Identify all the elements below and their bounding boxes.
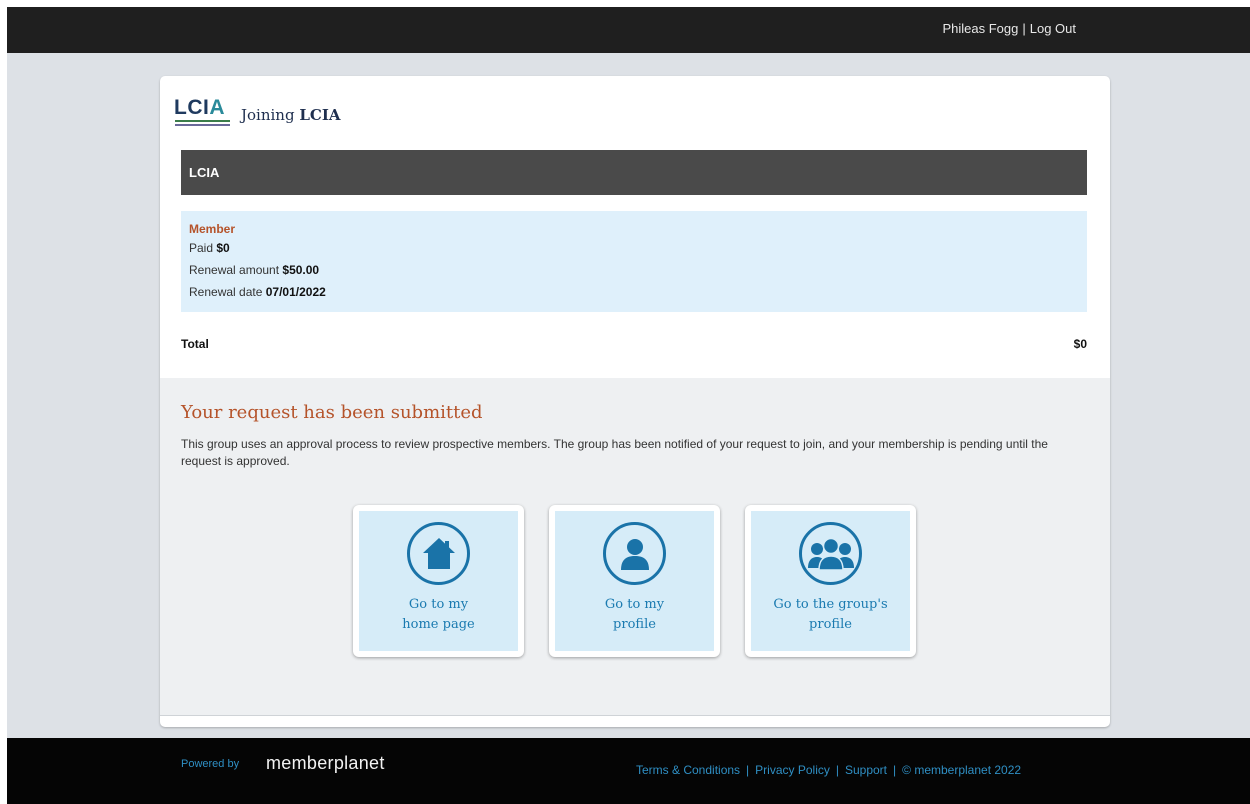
- membership-type: Member: [189, 222, 236, 236]
- memberplanet-logo[interactable]: memberplanet: [266, 753, 385, 774]
- confirmation-section: Your request has been submitted This gro…: [160, 378, 1110, 715]
- go-home-page-tile[interactable]: Go to my home page: [353, 505, 524, 657]
- join-card: LCIA Joining LCIA LCIA Member Paid $0 Re…: [160, 76, 1110, 727]
- user-name-link[interactable]: Phileas Fogg: [942, 21, 1018, 36]
- renewal-amount-row: Renewal amount $50.00: [189, 263, 320, 277]
- paid-row: Paid $0: [189, 241, 230, 255]
- confirmation-message: This group uses an approval process to r…: [181, 437, 1048, 468]
- group-icon: [799, 522, 862, 585]
- joining-title: Joining LCIA: [241, 106, 341, 124]
- go-my-profile-tile[interactable]: Go to my profile: [549, 505, 720, 657]
- paid-value: $0: [216, 241, 230, 255]
- user-icon: [603, 522, 666, 585]
- privacy-link[interactable]: Privacy Policy: [755, 763, 830, 777]
- logout-link[interactable]: Log Out: [1030, 21, 1076, 36]
- joining-org-name: LCIA: [299, 106, 341, 124]
- total-value: $0: [1073, 337, 1087, 351]
- powered-by-label: Powered by: [181, 758, 240, 770]
- footer-links: Terms & Conditions | Privacy Policy | Suppor…: [636, 763, 1022, 777]
- support-link[interactable]: Support: [845, 763, 887, 777]
- home-icon: [407, 522, 470, 585]
- copyright-text: © memberplanet 2022: [902, 763, 1022, 777]
- card-header: LCIA Joining LCIA: [174, 96, 341, 130]
- terms-link[interactable]: Terms & Conditions: [636, 763, 740, 777]
- membership-summary: Member Paid $0 Renewal amount $50.00 Ren…: [181, 211, 1087, 312]
- go-my-profile-label: Go to my profile: [604, 597, 665, 632]
- org-name-bar: LCIA: [181, 150, 1087, 195]
- card-bottom-divider: [160, 715, 1110, 716]
- renewal-amount-value: $50.00: [282, 263, 320, 277]
- user-menu-separator: |: [1022, 21, 1026, 36]
- confirmation-heading: Your request has been submitted: [181, 402, 483, 423]
- user-menu: Phileas Fogg | Log Out: [942, 21, 1076, 36]
- go-group-profile-label: Go to the group's profile: [773, 597, 888, 632]
- next-step-tiles: Go to my home page Go to my profile Go t…: [353, 505, 941, 657]
- renewal-date-row: Renewal date 07/01/2022: [189, 285, 326, 299]
- go-home-page-label: Go to my home page: [402, 597, 475, 632]
- renewal-date-value: 07/01/2022: [265, 285, 326, 299]
- go-group-profile-tile[interactable]: Go to the group's profile: [745, 505, 916, 657]
- top-bar: Phileas Fogg | Log Out: [7, 7, 1250, 53]
- total-row: Total $0: [181, 337, 1087, 351]
- footer: Powered by memberplanet Terms & Conditio…: [7, 738, 1250, 804]
- app-frame: Phileas Fogg | Log Out LCIA Joining LCIA L…: [7, 7, 1250, 804]
- total-label: Total: [181, 337, 209, 351]
- org-logo: LCIA: [174, 96, 232, 130]
